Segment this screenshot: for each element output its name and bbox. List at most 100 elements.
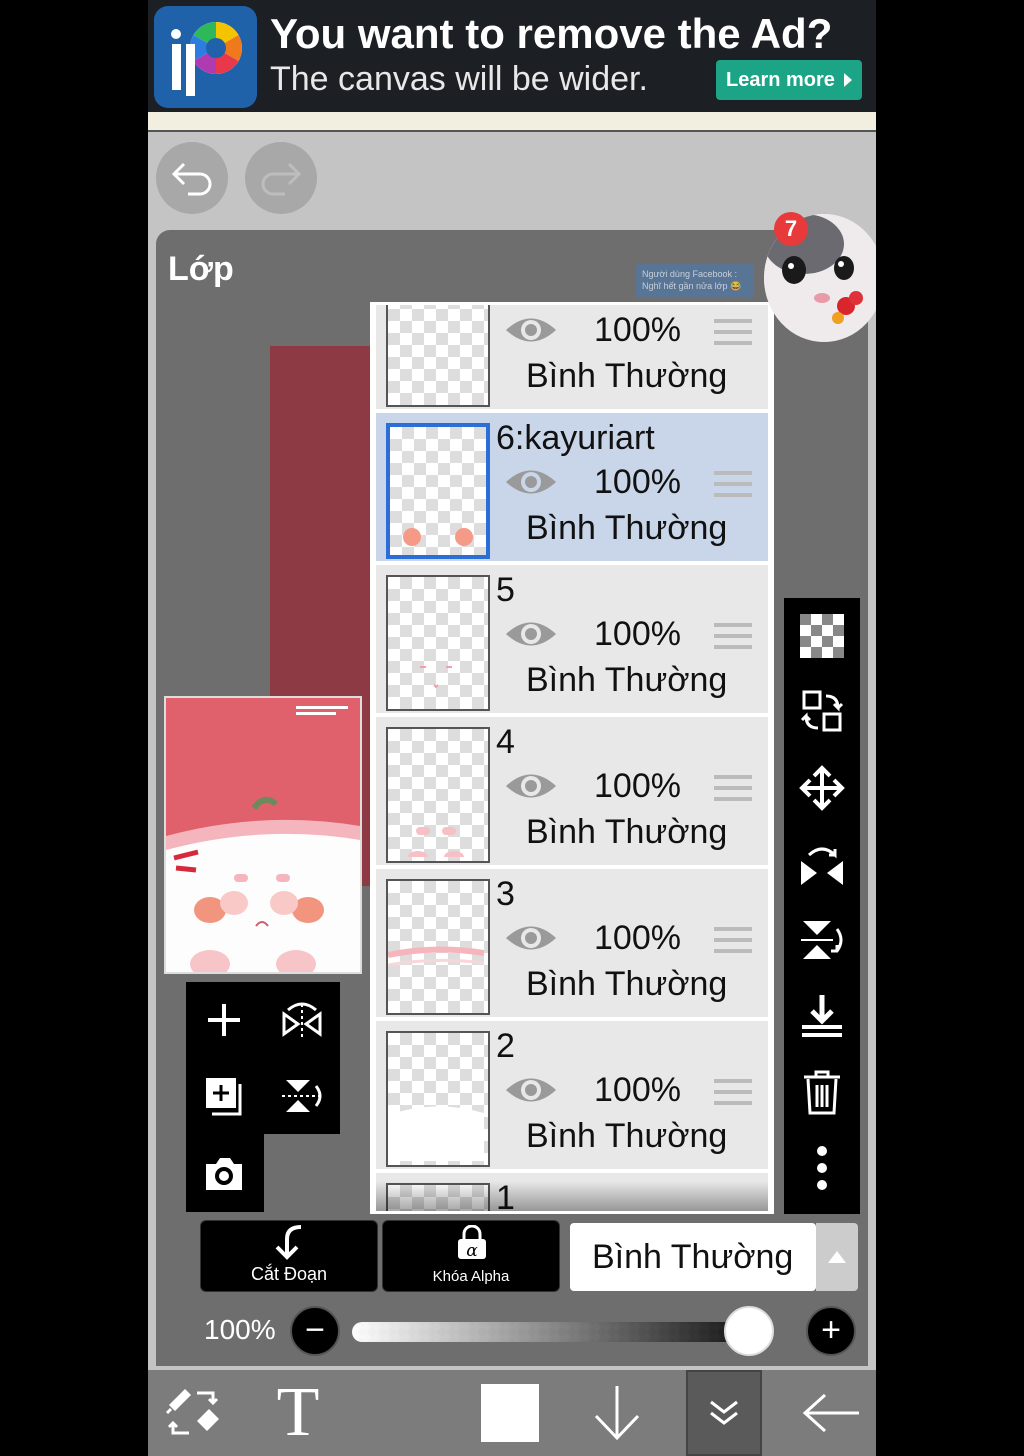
opacity-increase-button[interactable]: + bbox=[806, 1306, 856, 1356]
layer-name: 4 bbox=[496, 723, 515, 761]
trash-icon bbox=[804, 1070, 840, 1115]
move-button[interactable] bbox=[792, 758, 852, 818]
layer-row[interactable]: 100% Bình Thường bbox=[376, 305, 768, 409]
lock-icon: α bbox=[458, 1225, 486, 1261]
ad-banner[interactable]: You want to remove the Ad? The canvas wi… bbox=[148, 0, 876, 112]
layer-down-button[interactable] bbox=[578, 1370, 656, 1456]
eye-icon[interactable] bbox=[504, 769, 558, 803]
eye-icon[interactable] bbox=[504, 1073, 558, 1107]
layer-blend-mode: Bình Thường bbox=[526, 965, 728, 1003]
add-copy-layer-icon bbox=[206, 1078, 242, 1116]
layer-blend-mode: Bình Thường bbox=[526, 509, 728, 547]
layer-row-selected[interactable]: 6:kayuriart 100% Bình Thường bbox=[376, 413, 768, 561]
drag-handle-icon[interactable] bbox=[714, 927, 752, 957]
layer-thumbnail bbox=[386, 879, 490, 1015]
facebook-note: Người dùng Facebook : Nghĩ hết gần nửa l… bbox=[636, 264, 754, 298]
layer-thumbnail bbox=[386, 727, 490, 863]
layer-name: 3 bbox=[496, 875, 515, 913]
opacity-label: 100% bbox=[204, 1314, 276, 1345]
opacity-slider-knob[interactable] bbox=[724, 1306, 774, 1356]
layer-opacity: 100% bbox=[594, 1071, 681, 1109]
list-fade bbox=[376, 1181, 768, 1211]
canvas-preview bbox=[164, 696, 362, 974]
layer-opacity: 100% bbox=[594, 615, 681, 653]
layer-blend-mode: Bình Thường bbox=[526, 661, 728, 699]
layer-name: 2 bbox=[496, 1027, 515, 1065]
merge-down-button[interactable] bbox=[792, 986, 852, 1046]
opacity-decrease-button[interactable]: − bbox=[290, 1306, 340, 1356]
collapse-panel-button[interactable] bbox=[686, 1370, 762, 1456]
layer-row[interactable]: 2 100% Bình Thường bbox=[376, 1021, 768, 1169]
text-tool-button[interactable]: T bbox=[252, 1370, 344, 1456]
clipping-button[interactable]: Cắt Đoạn bbox=[200, 1220, 378, 1292]
delete-layer-button[interactable] bbox=[792, 1062, 852, 1122]
alpha-lock-label: Khóa Alpha bbox=[432, 1268, 510, 1285]
layer-row[interactable]: 3 100% Bình Thường bbox=[376, 869, 768, 1017]
camera-button[interactable] bbox=[186, 1136, 262, 1212]
flip-horizontal-right-button[interactable] bbox=[792, 834, 852, 894]
layer-blend-mode: Bình Thường bbox=[526, 357, 728, 395]
blend-mode-select[interactable]: Bình Thường bbox=[570, 1223, 816, 1291]
move-arrows-icon bbox=[799, 765, 845, 811]
color-button[interactable] bbox=[468, 1370, 552, 1456]
notification-badge[interactable]: 7 bbox=[774, 212, 808, 246]
tool-selection-button[interactable] bbox=[148, 1370, 238, 1456]
eye-icon[interactable] bbox=[504, 617, 558, 651]
blend-mode-dropdown-arrow-icon[interactable] bbox=[816, 1223, 858, 1291]
eye-icon[interactable] bbox=[504, 465, 558, 499]
move-layer-content-button[interactable] bbox=[792, 682, 852, 742]
layer-blend-mode: Bình Thường bbox=[526, 813, 728, 851]
layer-thumbnail bbox=[386, 423, 490, 559]
layer-opacity: 100% bbox=[594, 919, 681, 957]
drag-handle-icon[interactable] bbox=[714, 1079, 752, 1109]
layer-tools bbox=[186, 982, 340, 1212]
back-button[interactable] bbox=[788, 1370, 874, 1456]
drag-handle-icon[interactable] bbox=[714, 471, 752, 501]
ibispaint-logo bbox=[154, 6, 257, 108]
canvas-top-strip bbox=[148, 112, 876, 132]
right-toolbar bbox=[784, 598, 860, 1214]
undo-icon bbox=[171, 162, 212, 196]
clip-arrow-icon bbox=[275, 1225, 302, 1260]
eye-icon[interactable] bbox=[504, 313, 558, 347]
drag-handle-icon[interactable] bbox=[714, 319, 752, 349]
learn-more-button[interactable]: Learn more bbox=[716, 60, 862, 100]
layer-blend-mode: Bình Thường bbox=[526, 1117, 728, 1155]
alpha-lock-button[interactable]: α Khóa Alpha bbox=[382, 1220, 560, 1292]
redo-button[interactable] bbox=[245, 142, 317, 214]
camera-icon bbox=[206, 1158, 242, 1190]
current-color-swatch bbox=[481, 1384, 539, 1442]
layer-panel: Lớp Người dùng Facebook : Nghĩ hết gần n… bbox=[156, 212, 876, 1366]
eye-icon[interactable] bbox=[504, 921, 558, 955]
transparent-fill-button[interactable] bbox=[792, 606, 852, 666]
plus-icon bbox=[208, 1004, 240, 1036]
add-layer-button[interactable] bbox=[186, 982, 262, 1058]
bottom-toolbar: T bbox=[148, 1370, 876, 1456]
drag-handle-icon[interactable] bbox=[714, 775, 752, 805]
merge-down-icon bbox=[802, 995, 842, 1037]
layer-row[interactable]: 5 100% Bình Thường bbox=[376, 565, 768, 713]
flip-horizontal-button[interactable] bbox=[264, 982, 340, 1058]
flip-vertical-right-button[interactable] bbox=[792, 910, 852, 970]
drag-handle-icon[interactable] bbox=[714, 623, 752, 653]
flip-horizontal-icon bbox=[282, 1002, 322, 1038]
undo-button[interactable] bbox=[156, 142, 228, 214]
swap-layers-icon bbox=[800, 690, 844, 732]
more-vertical-icon bbox=[817, 1146, 827, 1190]
layer-opacity: 100% bbox=[594, 767, 681, 805]
ibis-paint-screen: You want to remove the Ad? The canvas wi… bbox=[148, 0, 876, 1456]
more-options-button[interactable] bbox=[792, 1138, 852, 1198]
flip-vertical-button[interactable] bbox=[264, 1058, 340, 1134]
layer-name: 5 bbox=[496, 571, 515, 609]
arrow-down-icon bbox=[594, 1386, 640, 1441]
layer-row[interactable]: 4 100% Bình Thường bbox=[376, 717, 768, 865]
redo-icon bbox=[261, 162, 302, 196]
ad-subtitle: The canvas will be wider. bbox=[270, 60, 648, 98]
opacity-slider[interactable] bbox=[352, 1322, 764, 1342]
add-copy-layer-button[interactable] bbox=[186, 1058, 262, 1134]
layer-opacity: 100% bbox=[594, 463, 681, 501]
layer-thumbnail bbox=[386, 1031, 490, 1167]
layer-list[interactable]: 100% Bình Thường 6:kayuriart 100% Bình T… bbox=[370, 302, 774, 1214]
flip-vertical-icon bbox=[801, 921, 843, 959]
clipping-label: Cắt Đoạn bbox=[250, 1264, 328, 1284]
